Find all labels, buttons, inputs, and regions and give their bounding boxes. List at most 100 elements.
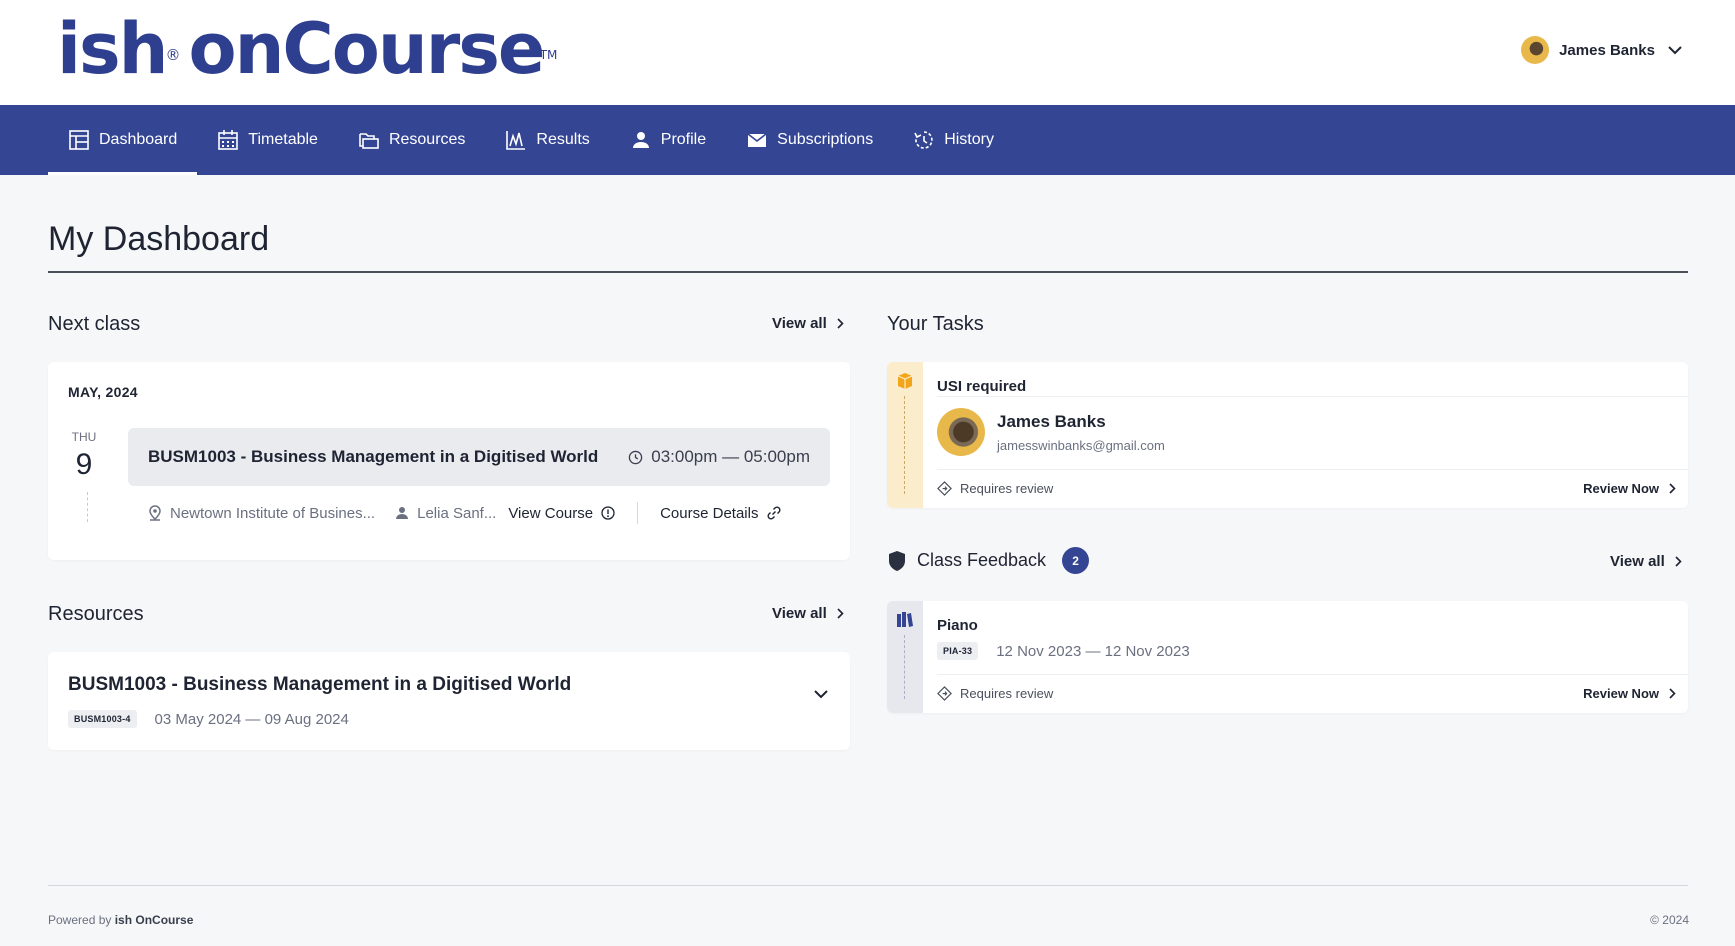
- powered-by-brand[interactable]: ish OnCourse: [115, 913, 194, 927]
- person-icon: [396, 507, 409, 519]
- review-now-button[interactable]: Review Now: [1583, 481, 1676, 496]
- review-diamond-icon: [937, 481, 952, 496]
- nav-subscriptions[interactable]: Subscriptions: [726, 105, 893, 175]
- shield-icon: [889, 550, 905, 571]
- expand-chevron-icon[interactable]: [814, 686, 828, 704]
- chevron-right-icon: [837, 608, 844, 619]
- tutor-text: Lelia Sanf...: [417, 504, 497, 522]
- feedback-dates: 12 Nov 2023 — 12 Nov 2023: [996, 642, 1190, 660]
- nav-timetable-label: Timetable: [248, 131, 318, 148]
- nav-results-label: Results: [536, 131, 590, 148]
- course-details-link[interactable]: Course Details: [660, 505, 782, 522]
- nav-timetable[interactable]: Timetable: [197, 105, 338, 175]
- class-time: 03:00pm — 05:00pm: [628, 447, 810, 467]
- location-text: Newtown Institute of Busines...: [170, 504, 376, 522]
- student-email: jamesswinbanks@gmail.com: [997, 438, 1165, 453]
- user-menu[interactable]: James Banks: [1521, 36, 1685, 64]
- avatar: [937, 408, 985, 456]
- view-all-label: View all: [1610, 553, 1665, 570]
- chevron-right-icon: [1669, 483, 1676, 494]
- timeline-dash: [87, 492, 88, 522]
- day-of-week: THU: [71, 430, 97, 444]
- nav-dashboard-label: Dashboard: [99, 131, 178, 148]
- books-icon: [897, 612, 913, 627]
- user-name: James Banks: [1559, 41, 1655, 59]
- class-feedback-view-all[interactable]: View all: [1610, 553, 1682, 570]
- resource-course-name: BUSM1003 - Business Management in a Digi…: [68, 674, 572, 695]
- class-time-text: 03:00pm — 05:00pm: [651, 447, 810, 466]
- folders-icon: [359, 133, 379, 149]
- course-details-label: Course Details: [660, 504, 759, 522]
- location-pin-icon: [149, 505, 161, 521]
- class-feedback-title: Class Feedback: [917, 550, 1047, 570]
- nav-resources[interactable]: Resources: [338, 105, 485, 175]
- nav-history[interactable]: History: [893, 105, 1014, 175]
- title-divider: [48, 271, 1688, 273]
- class-session[interactable]: BUSM1003 - Business Management in a Digi…: [128, 428, 830, 486]
- powered-by: Powered by ish OnCourse: [48, 913, 193, 927]
- review-diamond-icon: [937, 686, 952, 701]
- feedback-course-name: Piano: [937, 617, 978, 634]
- resource-dates: 03 May 2024 — 09 Aug 2024: [154, 710, 349, 728]
- mail-icon: [747, 133, 767, 147]
- footer-divider: [48, 885, 1688, 886]
- resource-card[interactable]: BUSM1003 - Business Management in a Digi…: [48, 652, 850, 750]
- nav-profile[interactable]: Profile: [610, 105, 726, 175]
- nav-profile-label: Profile: [660, 131, 707, 148]
- ish-oncourse-logo[interactable]: ish ® onCourse TM: [57, 8, 558, 90]
- box-icon: [897, 373, 913, 389]
- logo-ish: ish ®: [57, 8, 181, 90]
- task-accent-strip: [887, 601, 923, 713]
- clock-icon: [628, 450, 643, 464]
- your-tasks-title: Your Tasks: [887, 313, 984, 335]
- view-course-link[interactable]: View Course: [508, 505, 615, 522]
- task-divider: [937, 469, 1688, 470]
- review-now-label: Review Now: [1583, 686, 1659, 701]
- powered-by-prefix: Powered by: [48, 913, 112, 927]
- feedback-meta: PIA-33 12 Nov 2023 — 12 Nov 2023: [937, 642, 1190, 660]
- task-divider: [937, 396, 1688, 397]
- copyright: © 2024: [1650, 913, 1689, 927]
- next-class-view-all[interactable]: View all: [772, 315, 844, 332]
- chevron-down-icon: [1665, 40, 1685, 60]
- date-column: THU 9: [64, 430, 104, 482]
- calendar-icon: [218, 130, 239, 150]
- view-all-label: View all: [772, 605, 827, 622]
- student-name: James Banks: [997, 412, 1106, 431]
- timeline-dash: [904, 635, 905, 699]
- day-number: 9: [75, 448, 93, 481]
- status-text: Requires review: [960, 686, 1054, 701]
- top-header: ish ® onCourse TM James Banks: [0, 0, 1735, 105]
- history-icon: [914, 131, 933, 149]
- resources-view-all[interactable]: View all: [772, 605, 844, 622]
- link-icon: [767, 506, 781, 520]
- review-now-button[interactable]: Review Now: [1583, 686, 1676, 701]
- page-title: My Dashboard: [48, 220, 270, 258]
- usi-task-card: USI required James Banks jamesswinbanks@…: [887, 362, 1688, 508]
- class-location: Newtown Institute of Busines...: [148, 505, 375, 522]
- requires-review-status: Requires review: [937, 481, 1053, 496]
- class-feedback-header: Class Feedback 2: [887, 547, 1090, 574]
- count-badge: 2: [1062, 547, 1090, 574]
- task-divider: [937, 674, 1688, 675]
- meta-divider: [637, 502, 639, 524]
- nav-history-label: History: [944, 131, 994, 148]
- info-icon: [601, 506, 615, 520]
- chart-icon: [506, 131, 526, 150]
- view-course-label: View Course: [508, 504, 594, 522]
- main-nav: Dashboard Timetable Resources Results Pr…: [0, 105, 1735, 175]
- review-now-label: Review Now: [1583, 481, 1659, 496]
- class-meta: Newtown Institute of Busines... Lelia Sa…: [148, 502, 782, 524]
- logo-oncourse: onCourse TM: [188, 8, 558, 90]
- course-code-tag: BUSM1003-4: [68, 710, 137, 728]
- resources-title: Resources: [48, 603, 144, 625]
- resource-meta: BUSM1003-4 03 May 2024 — 09 Aug 2024: [68, 710, 349, 728]
- nav-dashboard[interactable]: Dashboard: [48, 105, 198, 175]
- class-name: BUSM1003 - Business Management in a Digi…: [148, 447, 599, 466]
- chevron-right-icon: [837, 318, 844, 329]
- next-class-title: Next class: [48, 313, 141, 335]
- avatar: [1521, 36, 1550, 64]
- nav-results[interactable]: Results: [485, 105, 609, 175]
- dashboard-icon: [69, 130, 89, 150]
- requires-review-status: Requires review: [937, 686, 1053, 701]
